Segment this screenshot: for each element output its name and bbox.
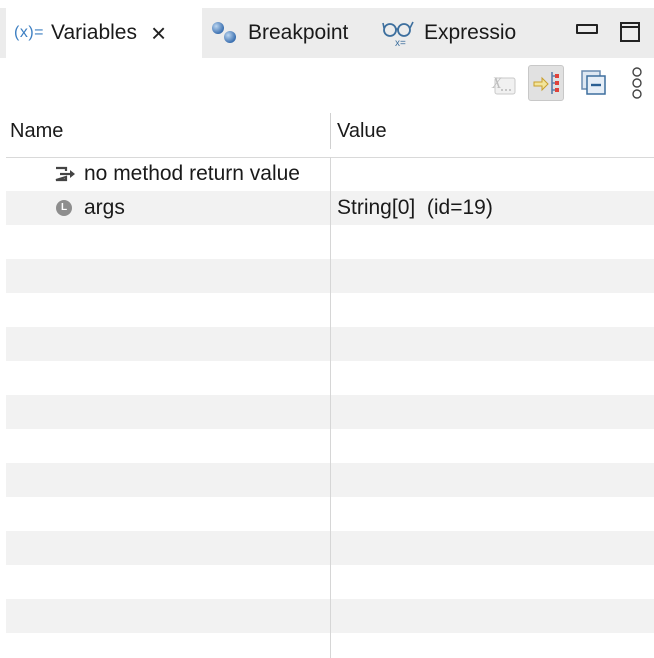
variable-name: args: [84, 196, 125, 219]
tab-breakpoints[interactable]: Breakpoint: [210, 8, 370, 58]
tab-breakpoints-label: Breakpoint: [248, 21, 349, 44]
column-header-value[interactable]: Value: [337, 113, 387, 157]
show-logical-structure-icon[interactable]: X: [486, 65, 522, 101]
column-divider[interactable]: [330, 113, 331, 149]
variables-icon: (x)=: [14, 24, 44, 41]
return-value-icon: [54, 165, 78, 183]
column-header-name[interactable]: Name: [10, 113, 63, 157]
variables-table: Name Value no method return value L args…: [6, 113, 654, 658]
variable-name: no method return value: [84, 162, 300, 185]
view-toolbar: X: [0, 58, 654, 106]
collapse-all-icon[interactable]: [576, 65, 612, 101]
table-header: Name Value: [6, 113, 654, 158]
tab-variables[interactable]: (x)= Variables ×: [6, 8, 202, 58]
tab-expressions[interactable]: x= Expressio: [382, 8, 532, 58]
column-divider-line: [330, 157, 331, 658]
tab-expressions-label: Expressio: [424, 21, 517, 44]
close-icon[interactable]: ×: [151, 20, 166, 46]
view-tab-bar: (x)= Variables × Breakpoint x= Expressio: [0, 8, 654, 58]
minimize-icon[interactable]: [576, 24, 598, 36]
variable-value: String[0] (id=19): [337, 196, 493, 219]
view-menu-icon[interactable]: [619, 65, 654, 101]
svg-text:x=: x=: [395, 38, 406, 47]
row-name-cell: L args: [56, 191, 125, 225]
breakpoint-icon: [210, 20, 240, 46]
show-type-names-icon[interactable]: [528, 65, 564, 101]
maximize-icon[interactable]: [620, 22, 640, 42]
expressions-icon: x=: [382, 19, 416, 47]
tab-variables-label: Variables: [51, 21, 137, 44]
local-variable-icon: L: [56, 200, 72, 216]
row-name-cell: no method return value: [54, 157, 300, 191]
